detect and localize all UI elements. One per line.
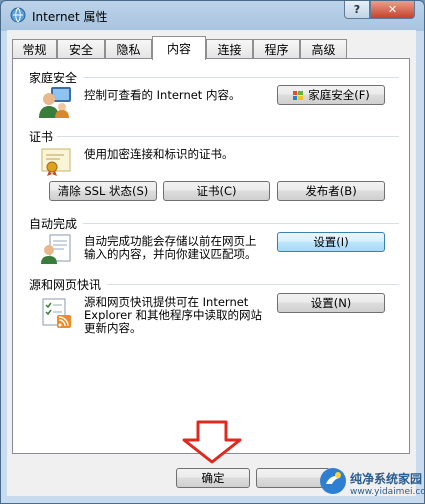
- tab-advanced[interactable]: 高级: [300, 39, 347, 58]
- family-safety-description: 控制可查看的 Internet 内容。: [84, 88, 241, 102]
- feeds-description-line3: 更新内容。: [84, 321, 142, 335]
- autocomplete-settings-button[interactable]: 设置(I): [277, 232, 385, 252]
- family-safety-button[interactable]: 家庭安全(F): [277, 85, 385, 105]
- content-tab-panel: 家庭安全 控制可查看的 Internet 内容。 家庭安全(F) 证书 使用加密…: [12, 58, 410, 454]
- tab-programs[interactable]: 程序: [253, 39, 300, 58]
- family-safety-button-label: 家庭安全(F): [308, 88, 370, 102]
- certificates-description: 使用加密连接和标识的证书。: [84, 147, 234, 161]
- tab-privacy[interactable]: 隐私: [105, 39, 152, 58]
- feeds-heading: 源和网页快讯: [29, 278, 102, 292]
- red-arrow-annotation: [182, 420, 242, 464]
- autocomplete-heading: 自动完成: [29, 217, 78, 231]
- ok-button[interactable]: 确定: [176, 468, 250, 488]
- title-bar[interactable]: Internet 属性 ? ✕: [1, 1, 424, 31]
- family-safety-icon: [39, 87, 71, 118]
- divider: [83, 223, 399, 224]
- publishers-button[interactable]: 发布者(B): [277, 181, 385, 201]
- family-safety-heading: 家庭安全: [29, 71, 78, 85]
- clear-ssl-state-button[interactable]: 清除 SSL 状态(S): [49, 181, 157, 201]
- divider: [107, 284, 399, 285]
- divider: [57, 136, 399, 137]
- autocomplete-description-line2: 输入的内容，并向你建议匹配项。: [84, 247, 257, 261]
- tab-security[interactable]: 安全: [57, 39, 105, 58]
- window-title: Internet 属性: [32, 10, 108, 24]
- help-button[interactable]: ?: [344, 1, 370, 19]
- autocomplete-icon: [41, 234, 71, 264]
- watermark-text: 纯净系统家园: [350, 472, 423, 486]
- tab-connections[interactable]: 连接: [206, 39, 253, 58]
- shield-icon: [293, 90, 304, 100]
- certificates-button[interactable]: 证书(C): [163, 181, 270, 201]
- watermark-logo-icon: [320, 468, 346, 494]
- divider: [83, 77, 399, 78]
- internet-options-icon: [10, 7, 26, 23]
- certificate-icon: [41, 148, 71, 176]
- close-button[interactable]: ✕: [370, 1, 415, 19]
- watermark-url: www.yidaimei.com: [350, 487, 425, 497]
- tab-content[interactable]: 内容: [152, 36, 206, 60]
- feeds-icon: [42, 298, 71, 328]
- certificates-heading: 证书: [29, 130, 54, 144]
- feeds-settings-button[interactable]: 设置(N): [277, 293, 385, 313]
- tab-general[interactable]: 常规: [12, 39, 57, 58]
